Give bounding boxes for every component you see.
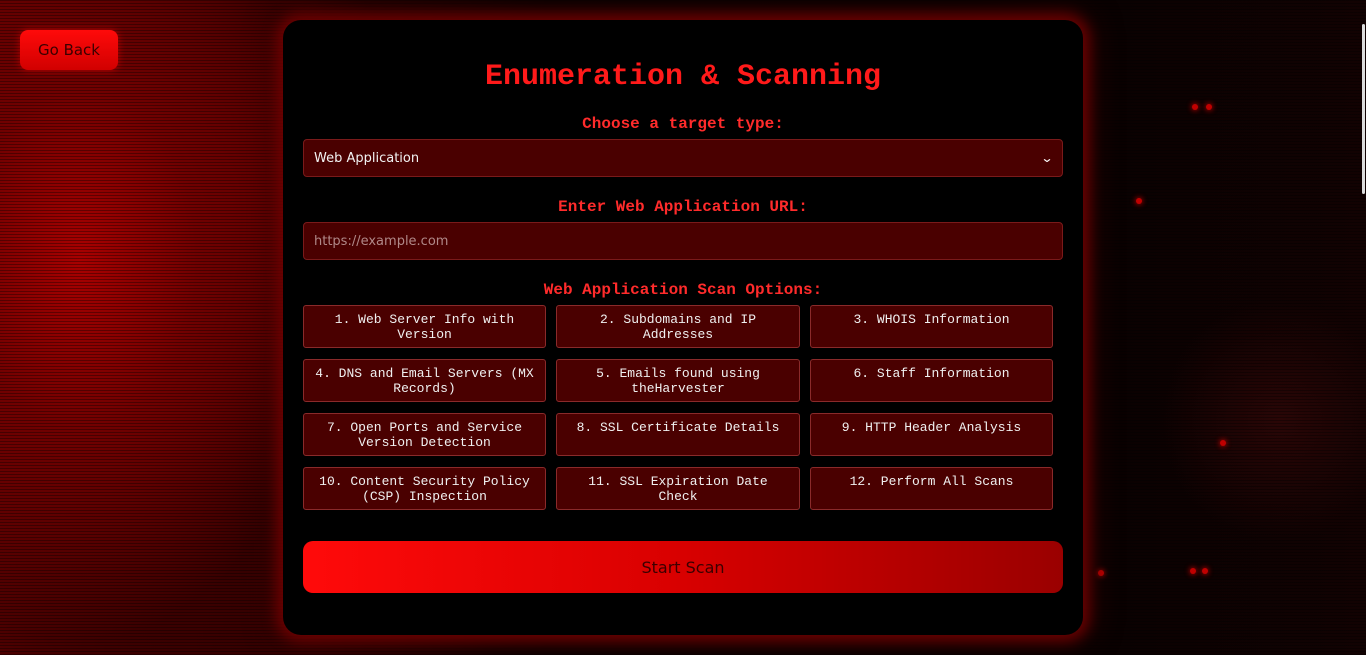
background-light (1192, 104, 1198, 110)
scan-option-ssl-certificate[interactable]: 8. SSL Certificate Details (556, 413, 800, 456)
background-light (1220, 440, 1226, 446)
scan-option-all-scans[interactable]: 12. Perform All Scans (810, 467, 1053, 510)
url-input[interactable] (303, 222, 1063, 260)
background-light (1202, 568, 1208, 574)
scan-option-staff-info[interactable]: 6. Staff Information (810, 359, 1053, 402)
page-title: Enumeration & Scanning (484, 60, 882, 94)
target-type-select[interactable]: Web Application ⌄ (303, 139, 1063, 177)
scan-options-grid: 1. Web Server Info with Version 2. Subdo… (303, 305, 1053, 510)
scan-option-dns-email[interactable]: 4. DNS and Email Servers (MX Records) (303, 359, 546, 402)
url-label: Enter Web Application URL: (558, 198, 808, 216)
scan-option-web-server-info[interactable]: 1. Web Server Info with Version (303, 305, 546, 348)
scrollbar[interactable] (1362, 24, 1365, 194)
scan-option-ssl-expiration[interactable]: 11. SSL Expiration Date Check (556, 467, 800, 510)
scan-option-whois[interactable]: 3. WHOIS Information (810, 305, 1053, 348)
background-light (1136, 198, 1142, 204)
scan-option-csp[interactable]: 10. Content Security Policy (CSP) Inspec… (303, 467, 546, 510)
target-type-label: Choose a target type: (582, 115, 784, 133)
start-scan-button[interactable]: Start Scan (303, 541, 1063, 593)
background-light (1206, 104, 1212, 110)
scan-option-http-header[interactable]: 9. HTTP Header Analysis (810, 413, 1053, 456)
target-type-selected: Web Application (314, 150, 420, 166)
scan-panel: Enumeration & Scanning Choose a target t… (283, 20, 1083, 635)
scan-option-open-ports[interactable]: 7. Open Ports and Service Version Detect… (303, 413, 546, 456)
go-back-button[interactable]: Go Back (20, 30, 118, 70)
scan-option-subdomains[interactable]: 2. Subdomains and IP Addresses (556, 305, 800, 348)
background-light (1190, 568, 1196, 574)
background-light (1098, 570, 1104, 576)
scan-options-label: Web Application Scan Options: (543, 281, 823, 299)
scan-option-emails-harvester[interactable]: 5. Emails found using theHarvester (556, 359, 800, 402)
chevron-down-icon: ⌄ (1040, 151, 1054, 165)
